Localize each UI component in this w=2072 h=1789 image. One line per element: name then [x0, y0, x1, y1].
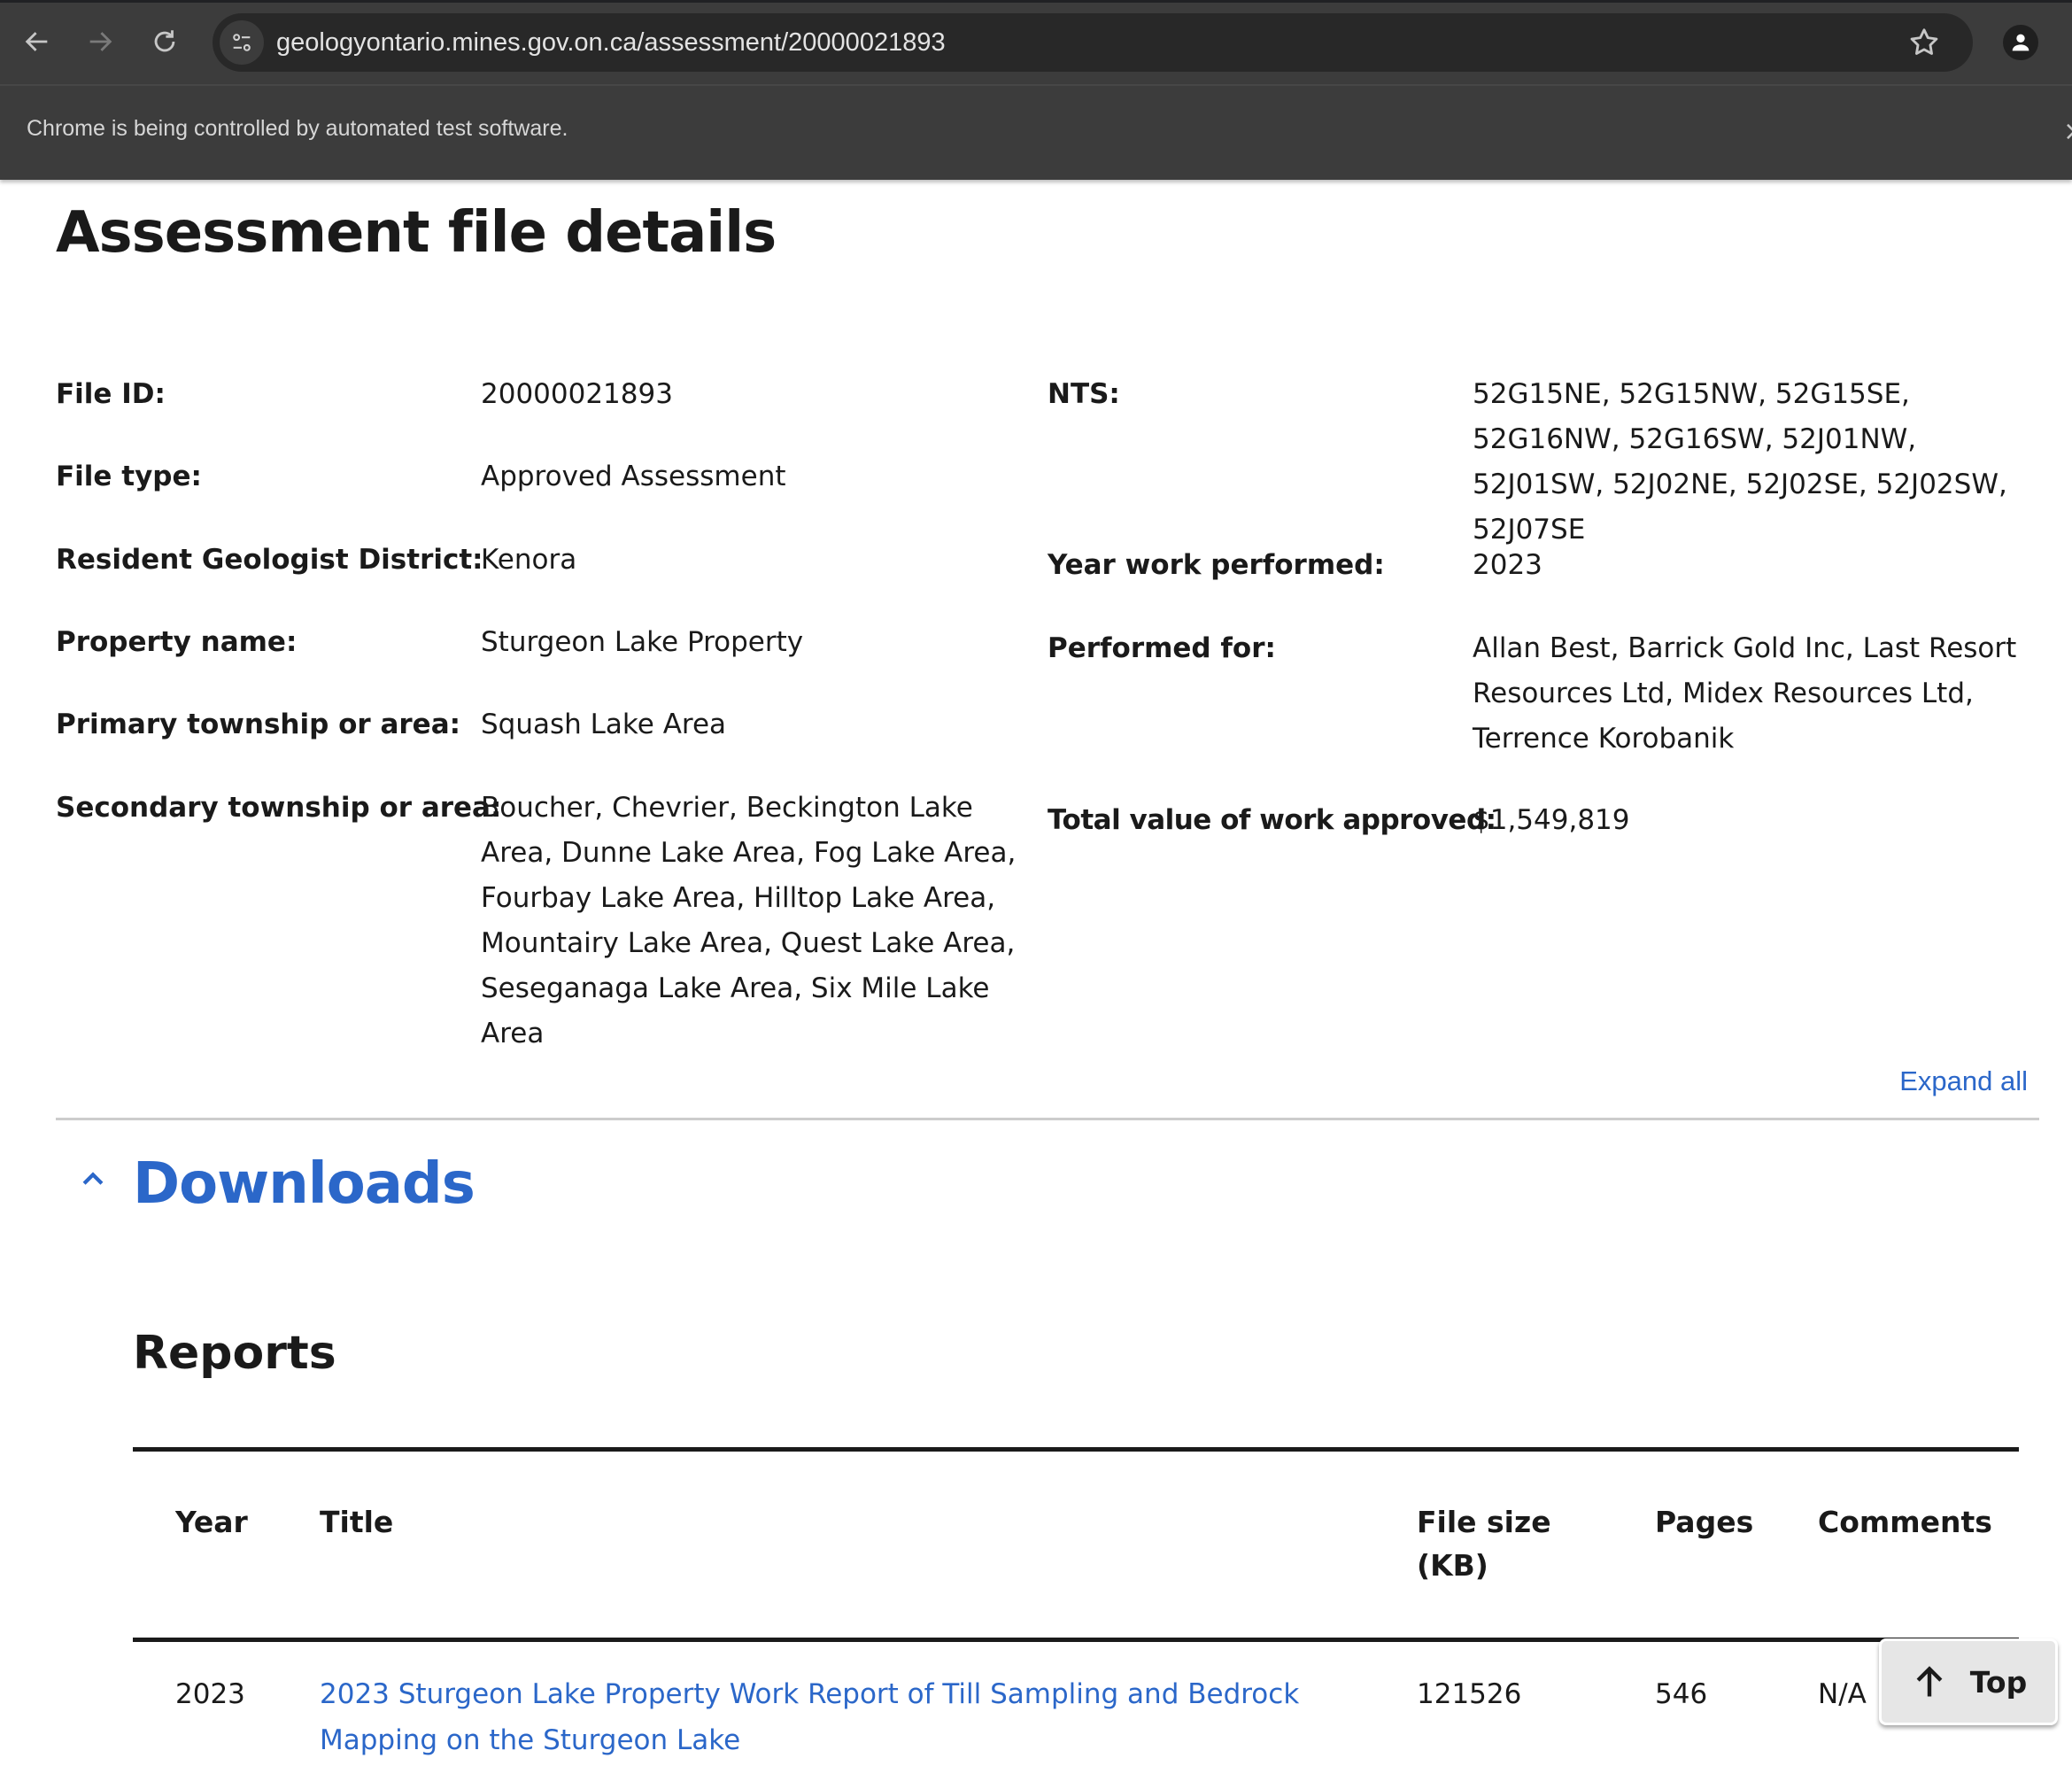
col-header-pages: Pages	[1655, 1505, 1754, 1539]
page-title: Assessment file details	[56, 200, 777, 266]
reports-heading: Reports	[133, 1327, 336, 1380]
expand-all-link[interactable]: Expand all	[1899, 1065, 2028, 1097]
col-header-title: Title	[320, 1505, 394, 1539]
arrow-left-icon	[25, 32, 48, 51]
arrow-up-icon	[1916, 1666, 1943, 1697]
browser-toolbar: geologyontario.mines.gov.on.ca/assessmen…	[0, 0, 2072, 84]
infobar-message: Chrome is being controlled by automated …	[27, 116, 568, 141]
year-performed-label: Year work performed:	[1048, 549, 1385, 581]
site-info-button[interactable]	[220, 20, 264, 65]
table-header-rule	[133, 1638, 2019, 1642]
col-header-year: Year	[175, 1505, 248, 1539]
row-pages: 546	[1655, 1678, 1708, 1710]
star-icon[interactable]	[1907, 26, 1941, 59]
tune-icon	[233, 34, 251, 51]
file-id-value: 20000021893	[481, 378, 673, 410]
secondary-township-label: Secondary township or area:	[56, 792, 502, 824]
top-button-label: Top	[1969, 1664, 2028, 1700]
property-name-label: Property name:	[56, 626, 298, 658]
primary-township-value: Squash Lake Area	[481, 709, 727, 740]
nts-label: NTS:	[1048, 378, 1120, 410]
tab-strip-edge	[0, 0, 2072, 3]
file-type-label: File type:	[56, 461, 202, 492]
district-value: Kenora	[481, 544, 577, 576]
forward-button[interactable]	[78, 19, 122, 64]
col-header-file-size: File size (KB)	[1417, 1505, 1551, 1583]
section-divider	[56, 1118, 2039, 1120]
performed-for-label: Performed for:	[1048, 632, 1276, 664]
row-file-size: 121526	[1417, 1678, 1522, 1710]
table-top-rule	[133, 1447, 2019, 1452]
report-title-link[interactable]: 2023 Sturgeon Lake Property Work Report …	[320, 1671, 1338, 1763]
file-type-value: Approved Assessment	[481, 461, 786, 492]
back-to-top-button[interactable]: Top	[1879, 1638, 2058, 1725]
total-value-value: $1,549,819	[1473, 804, 1630, 836]
nts-value: 52G15NE, 52G15NW, 52G15SE, 52G16NW, 52G1…	[1473, 378, 2007, 546]
district-label: Resident Geologist District:	[56, 544, 483, 576]
profile-button[interactable]	[2003, 25, 2038, 60]
automation-infobar: Chrome is being controlled by automated …	[0, 84, 2072, 180]
close-icon[interactable]: ×	[2063, 116, 2072, 147]
file-id-label: File ID:	[56, 378, 166, 410]
arrow-right-icon	[89, 32, 112, 51]
row-year: 2023	[175, 1678, 245, 1710]
chevron-up-icon	[82, 1172, 104, 1185]
primary-township-label: Primary township or area:	[56, 709, 461, 740]
reload-icon	[154, 30, 175, 52]
secondary-township-value: Boucher, Chevrier, Beckington Lake Area,…	[481, 792, 1017, 1049]
year-performed-value: 2023	[1473, 549, 1542, 581]
row-comments: N/A	[1818, 1678, 1867, 1710]
back-button[interactable]	[15, 19, 59, 64]
col-header-comments: Comments	[1818, 1505, 1992, 1539]
performed-for-value: Allan Best, Barrick Gold Inc, Last Resor…	[1473, 632, 2017, 755]
property-name-value: Sturgeon Lake Property	[481, 626, 804, 658]
reload-button[interactable]	[143, 19, 187, 64]
url-text[interactable]: geologyontario.mines.gov.on.ca/assessmen…	[276, 13, 946, 72]
address-bar[interactable]: geologyontario.mines.gov.on.ca/assessmen…	[213, 13, 1973, 72]
downloads-accordion-toggle[interactable]: Downloads	[78, 1151, 475, 1217]
downloads-heading: Downloads	[133, 1151, 475, 1217]
total-value-label: Total value of work approved:	[1048, 804, 1496, 836]
person-icon	[2012, 34, 2029, 51]
